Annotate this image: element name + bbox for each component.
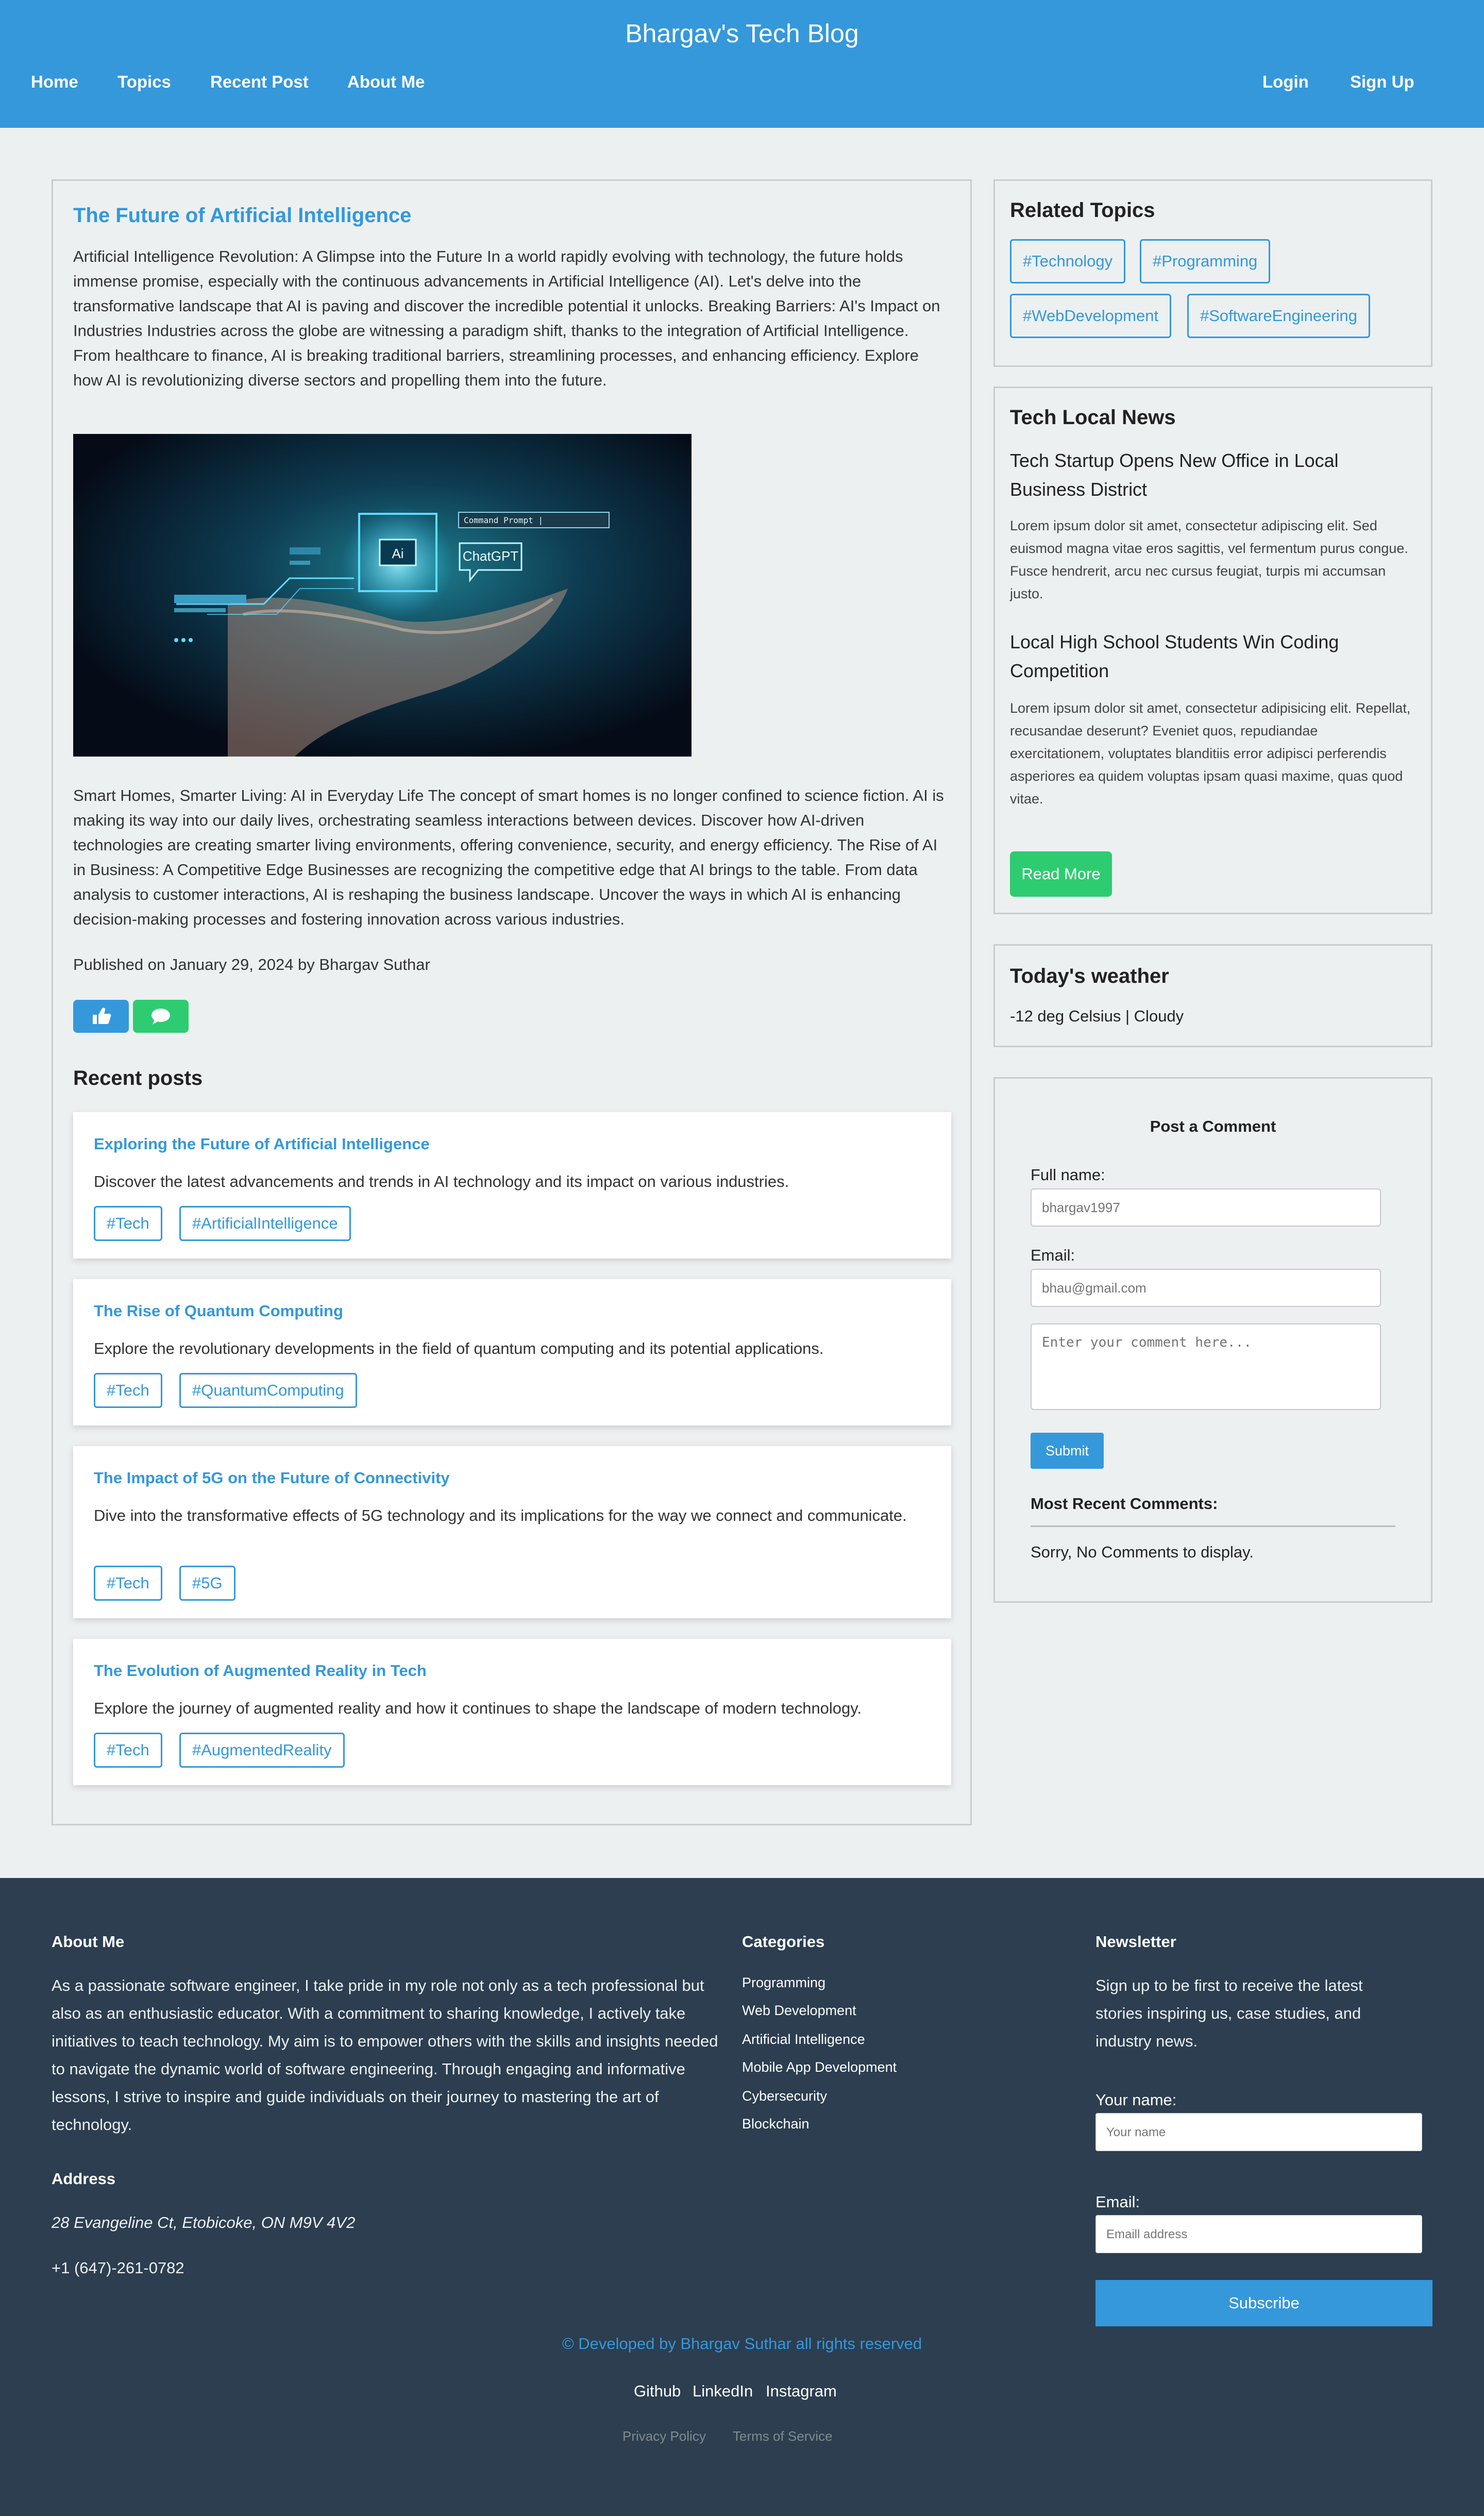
newsletter-text: Sign up to be first to receive the lates… [1095,1976,1363,2050]
recent-post-card[interactable]: The Impact of 5G on the Future of Connec… [73,1446,951,1618]
signup-link[interactable]: Sign Up [1350,72,1414,92]
recent-comments-heading: Most Recent Comments: [1031,1495,1218,1513]
topic-tag[interactable]: #Technology [1010,239,1126,283]
recent-post-description: Discover the latest advancements and tre… [94,1172,789,1190]
like-button[interactable] [73,1000,129,1033]
weather-heading: Today's weather [1010,965,1169,987]
recent-post-title[interactable]: The Impact of 5G on the Future of Connec… [94,1469,450,1487]
topic-tag[interactable]: #SoftwareEngineering [1187,294,1371,338]
recent-posts-heading: Recent posts [73,1067,203,1089]
comment-form-heading: Post a Comment [1150,1117,1276,1135]
category-link[interactable]: Mobile App Development [742,2059,897,2075]
thumbs-up-icon [93,1008,111,1024]
recent-post-description: Explore the revolutionary developments i… [94,1339,824,1357]
category-link[interactable]: Web Development [742,2003,856,2019]
footer-categories-heading: Categories [742,1933,825,1951]
no-comments-message: Sorry, No Comments to display. [1031,1543,1254,1561]
footer-about-heading: About Me [52,1933,125,1951]
recent-post-description: Explore the journey of augmented reality… [94,1699,862,1717]
article-body: Smart Homes, Smarter Living: AI in Every… [73,786,944,928]
recent-post-title[interactable]: The Evolution of Augmented Reality in Te… [94,1662,427,1680]
news-title[interactable]: Local High School Students Win Coding Co… [1010,628,1391,685]
recent-post-title[interactable]: The Rise of Quantum Computing [94,1302,343,1320]
comment-textarea[interactable] [1031,1323,1381,1410]
recent-post-card[interactable]: The Rise of Quantum Computing Explore th… [73,1279,951,1425]
topic-tag[interactable]: #Programming [1140,239,1271,283]
article-intro: Artificial Intelligence Revolution: A Gl… [73,247,940,389]
nav-about-me[interactable]: About Me [347,72,425,92]
recent-comments-divider [1031,1525,1395,1527]
comment-button[interactable] [133,1000,189,1033]
news-title[interactable]: Tech Startup Opens New Office in Local B… [1010,446,1391,504]
read-more-button[interactable]: Read More [1010,851,1112,897]
privacy-policy-link[interactable]: Privacy Policy [622,2428,706,2444]
footer-about-text: As a passionate software engineer, I tak… [52,1976,718,2134]
terms-of-service-link[interactable]: Terms of Service [733,2428,833,2444]
topic-tag[interactable]: #WebDevelopment [1010,294,1172,338]
post-tag[interactable]: #5G [179,1566,235,1601]
post-tag[interactable]: #Tech [94,1373,162,1408]
social-link-github[interactable]: Github [634,2382,681,2401]
footer-credits: © Developed by Bhargav Suthar all rights… [562,2335,922,2353]
tech-news-heading: Tech Local News [1010,406,1176,429]
email-input[interactable] [1031,1269,1381,1307]
post-tag[interactable]: #ArtificialIntelligence [179,1206,351,1241]
post-tag[interactable]: #QuantumComputing [179,1373,357,1408]
footer-address: 28 Evangeline Ct, Etobicoke, ON M9V 4V2 [52,2213,356,2232]
related-topics-heading: Related Topics [1010,199,1155,222]
hero-ai-badge: Ai [392,546,403,561]
social-link-linkedin[interactable]: LinkedIn [693,2382,753,2401]
article-title[interactable]: The Future of Artificial Intelligence [73,204,411,227]
footer-phone: +1 (647)-261-0782 [52,2259,184,2277]
hero-command-prompt: Command Prompt | [464,515,543,525]
hero-chat-label: ChatGPT [463,548,518,564]
post-tag[interactable]: #Tech [94,1733,162,1768]
subscribe-button[interactable]: Subscribe [1095,2280,1432,2326]
post-tag[interactable]: #Tech [94,1566,162,1601]
login-link[interactable]: Login [1262,72,1309,92]
recent-post-title[interactable]: Exploring the Future of Artificial Intel… [94,1135,430,1153]
category-link[interactable]: Programming [742,1975,825,1991]
full-name-label: Full name: [1031,1166,1105,1184]
site-title: Bhargav's Tech Blog [625,19,859,48]
category-link[interactable]: Cybersecurity [742,2088,827,2104]
post-tag[interactable]: #AugmentedReality [179,1733,345,1768]
article-hero-image: Ai Command Prompt | ChatGPT [73,434,692,757]
weather-panel [993,944,1432,1047]
comment-icon [151,1009,170,1025]
recent-post-description: Dive into the transformative effects of … [94,1506,907,1524]
news-text: Lorem ipsum dolor sit amet, consectetur … [1010,700,1411,807]
footer-address-heading: Address [52,2170,116,2188]
social-link-instagram[interactable]: Instagram [766,2382,837,2401]
site-header: Bhargav's Tech Blog Home Topics Recent P… [0,0,1484,128]
recent-post-card[interactable]: The Evolution of Augmented Reality in Te… [73,1639,951,1785]
nav-home[interactable]: Home [31,72,78,92]
category-link[interactable]: Blockchain [742,2116,810,2132]
newsletter-email-label: Email: [1095,2193,1140,2211]
newsletter-name-label: Your name: [1095,2091,1177,2109]
nav-recent-post[interactable]: Recent Post [210,72,309,92]
news-text: Lorem ipsum dolor sit amet, consectetur … [1010,518,1408,601]
email-label: Email: [1031,1246,1075,1264]
category-link[interactable]: Artificial Intelligence [742,2032,865,2048]
footer-newsletter-heading: Newsletter [1095,1933,1176,1951]
weather-text: -12 deg Celsius | Cloudy [1010,1007,1184,1025]
full-name-input[interactable] [1031,1188,1381,1227]
nav-topics[interactable]: Topics [117,72,171,92]
published-info: Published on January 29, 2024 by Bhargav… [73,955,430,974]
recent-post-card[interactable]: Exploring the Future of Artificial Intel… [73,1112,951,1259]
post-tag[interactable]: #Tech [94,1206,162,1241]
newsletter-name-input[interactable]: Your name [1095,2113,1422,2151]
submit-comment-button[interactable]: Submit [1031,1433,1104,1469]
newsletter-email-input[interactable]: Emaill address [1095,2215,1422,2253]
